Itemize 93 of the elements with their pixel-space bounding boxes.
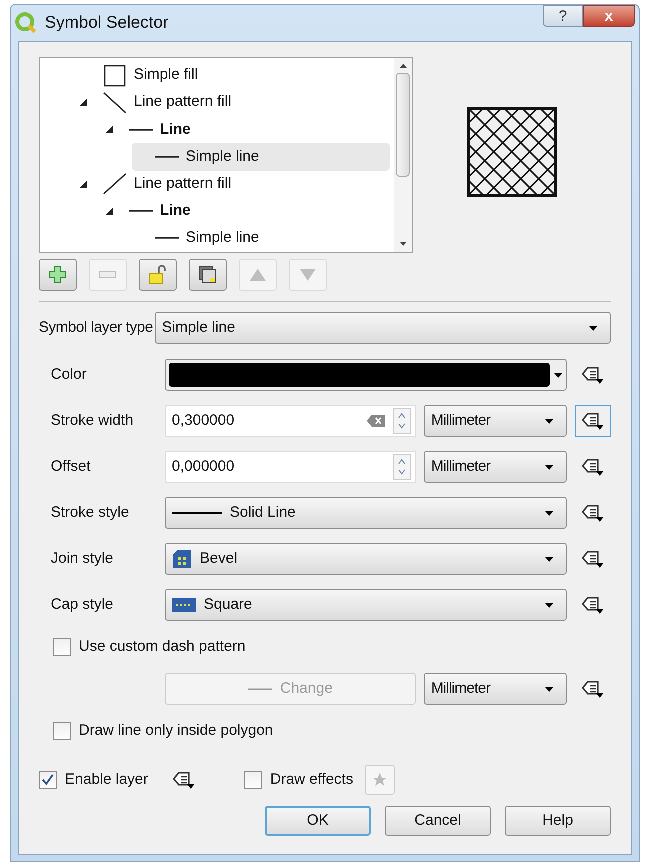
field-label: Stroke width — [51, 410, 135, 431]
unit-dropdown[interactable]: Millimeter — [424, 405, 567, 437]
duplicate-icon — [199, 266, 217, 284]
minus-icon — [99, 271, 117, 279]
dropdown-arrow-icon — [545, 464, 554, 470]
plus-icon — [49, 266, 67, 284]
override-icon — [581, 503, 605, 523]
tree-item-label: Line — [160, 201, 191, 222]
expanded-arrow-icon[interactable] — [80, 99, 87, 106]
tree-item[interactable]: Line — [106, 116, 390, 144]
checkbox[interactable] — [244, 771, 262, 789]
override-icon — [581, 549, 605, 569]
override-icon — [581, 679, 605, 699]
checkbox[interactable] — [53, 722, 71, 740]
diagonal-line-icon — [102, 173, 128, 196]
dash-line-icon — [248, 688, 272, 690]
unlocked-padlock-icon — [149, 265, 167, 285]
dropdown-arrow-icon — [545, 686, 554, 692]
number-field[interactable]: 0,000000 — [165, 451, 416, 483]
app-logo-icon — [15, 12, 37, 34]
tree-item[interactable]: Line pattern fill — [80, 89, 390, 116]
override-icon — [581, 595, 605, 615]
spinner-arrows-icon[interactable] — [393, 454, 412, 480]
dropdown-arrow-icon — [545, 418, 554, 424]
override-icon — [581, 457, 605, 477]
tree-item[interactable]: Simple fill — [80, 62, 390, 90]
dropdown-arrow-icon — [545, 510, 554, 516]
field-label: Join style — [51, 548, 115, 569]
dialog-button[interactable]: Cancel — [385, 806, 491, 836]
dropdown-arrow-icon — [545, 556, 554, 562]
checkbox-option[interactable]: Enable layer — [39, 768, 148, 792]
dialog-button[interactable]: OK — [265, 806, 371, 836]
horizontal-line-icon — [129, 128, 153, 132]
down-triangle-icon — [299, 268, 317, 282]
style-dropdown[interactable]: Square — [165, 589, 567, 621]
field-label: Color — [51, 364, 88, 385]
unit-dropdown[interactable]: Millimeter — [424, 451, 567, 483]
expanded-arrow-icon[interactable] — [80, 180, 87, 188]
dropdown-arrow-icon — [554, 372, 563, 378]
dropdown-arrow-icon — [545, 602, 554, 608]
tree-item[interactable]: Simple line — [132, 143, 390, 171]
expanded-arrow-icon[interactable] — [106, 126, 113, 134]
style-dropdown[interactable]: Solid Line — [165, 497, 567, 529]
up-triangle-icon — [249, 268, 267, 282]
square-cap-icon — [172, 598, 196, 612]
field-label: Cap style — [51, 594, 115, 615]
window-title: Symbol Selector — [45, 12, 170, 34]
override-icon — [172, 770, 196, 790]
override-icon — [581, 411, 605, 431]
horizontal-line-icon — [129, 209, 153, 214]
override-icon — [581, 365, 605, 385]
spinner-arrows-icon[interactable] — [393, 408, 412, 434]
help-button[interactable]: ? — [543, 5, 583, 27]
horizontal-line-icon — [155, 154, 179, 159]
tree-item-label: Simple fill — [134, 65, 198, 86]
tree-item-label: Simple line — [186, 146, 260, 167]
horizontal-line-icon — [155, 236, 179, 240]
tree-item[interactable]: Simple line — [132, 224, 390, 252]
diagonal-line-icon — [102, 92, 128, 114]
field-label: Offset — [51, 456, 92, 477]
dialog-button[interactable]: Help — [505, 806, 611, 836]
field-label: Stroke style — [51, 502, 130, 523]
checkbox-option[interactable]: Draw effects — [244, 768, 354, 792]
checkmark-icon — [42, 774, 54, 786]
scroll-up-icon[interactable] — [400, 64, 406, 68]
checkbox-option[interactable]: Draw line only inside polygon — [39, 712, 611, 750]
tree-item-label: Line pattern fill — [134, 174, 232, 194]
dropdown-arrow-icon — [589, 326, 598, 330]
layer-tool-button[interactable] — [189, 259, 227, 291]
expanded-arrow-icon[interactable] — [106, 208, 113, 215]
scroll-thumb[interactable] — [396, 73, 410, 177]
checkbox[interactable] — [53, 638, 71, 656]
tree-item-label: Line pattern fill — [134, 92, 232, 112]
field-label: Symbol layer type — [39, 318, 154, 338]
scroll-down-icon[interactable] — [400, 242, 406, 246]
checkbox-option[interactable]: Use custom dash pattern — [39, 628, 611, 666]
number-field[interactable]: 0,300000 — [165, 405, 416, 437]
tree-item-label: Simple line — [186, 228, 260, 248]
star-icon — [372, 772, 388, 788]
scrollbar[interactable] — [394, 58, 412, 252]
layer-type-dropdown[interactable]: Simple line — [155, 312, 611, 344]
data-defined-override-button[interactable] — [575, 405, 611, 437]
square-outline-icon — [104, 64, 126, 87]
layer-tool-button[interactable] — [39, 259, 77, 291]
color-button[interactable] — [165, 359, 567, 391]
bevel-join-icon — [172, 549, 192, 569]
tree-item[interactable]: Line — [106, 198, 390, 225]
tree-item-label: Line — [160, 120, 191, 140]
checkbox[interactable] — [39, 771, 57, 789]
tree-item[interactable]: Line pattern fill — [80, 170, 390, 198]
style-dropdown[interactable]: Bevel — [165, 543, 567, 575]
clear-icon[interactable] — [367, 415, 386, 427]
solid-line-icon — [172, 511, 222, 515]
